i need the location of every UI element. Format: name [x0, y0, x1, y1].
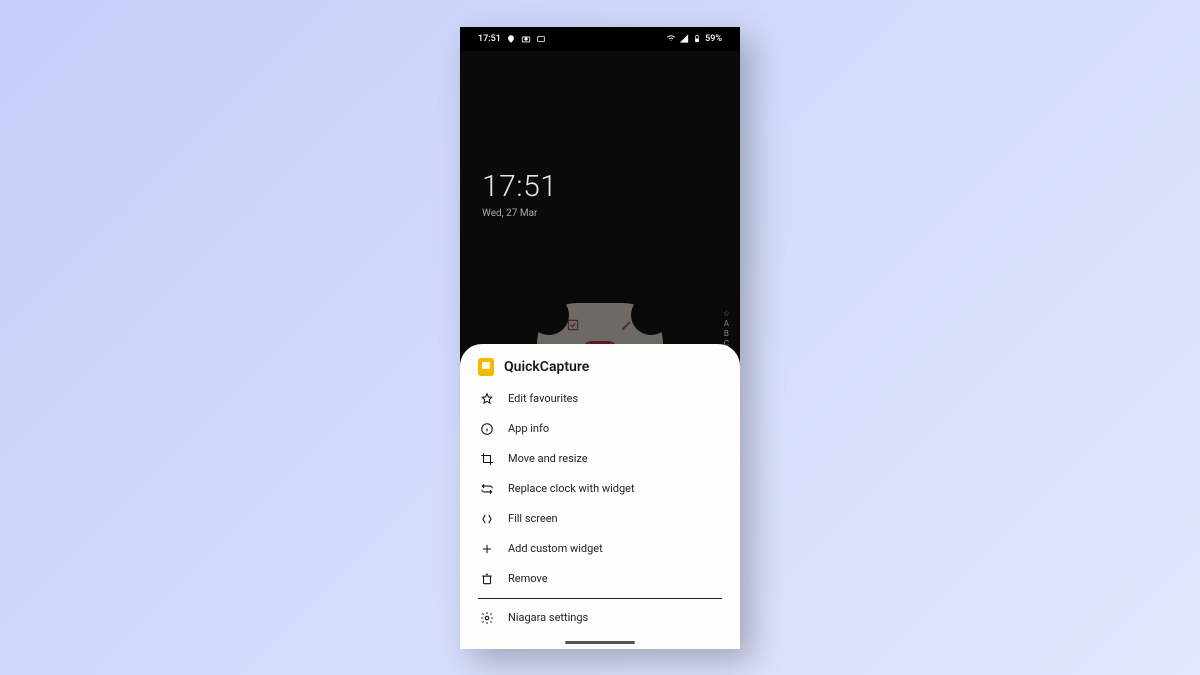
- menu-label: App info: [508, 422, 549, 435]
- sheet-title: QuickCapture: [504, 359, 589, 375]
- menu-label: Edit favourites: [508, 392, 578, 405]
- menu-label: Remove: [508, 572, 548, 585]
- menu-edit-favourites[interactable]: Edit favourites: [460, 384, 740, 414]
- plus-icon: [480, 542, 494, 556]
- trash-icon: [480, 572, 494, 586]
- swap-icon: [480, 482, 494, 496]
- barclays-icon: [506, 34, 516, 44]
- home-date: Wed, 27 Mar: [482, 208, 557, 219]
- status-left: 17:51: [478, 34, 546, 44]
- menu-replace-clock[interactable]: Replace clock with widget: [460, 474, 740, 504]
- status-battery-pct: 59%: [705, 34, 722, 44]
- menu-divider: [478, 598, 722, 599]
- menu-list: Edit favourites App info Move and resize…: [460, 382, 740, 635]
- sheet-header: QuickCapture: [460, 358, 740, 382]
- menu-fill-screen[interactable]: Fill screen: [460, 504, 740, 534]
- crop-icon: [480, 452, 494, 466]
- status-right: 59%: [666, 34, 722, 44]
- wifi-icon: [666, 34, 676, 44]
- expand-icon: [480, 512, 494, 526]
- menu-label: Fill screen: [508, 512, 558, 525]
- status-time: 17:51: [478, 34, 501, 44]
- battery-icon: [692, 34, 702, 44]
- alpha-b[interactable]: B: [724, 329, 729, 339]
- status-bar: 17:51 59%: [460, 27, 740, 51]
- gear-icon: [480, 611, 494, 625]
- menu-move-resize[interactable]: Move and resize: [460, 444, 740, 474]
- menu-remove[interactable]: Remove: [460, 564, 740, 594]
- menu-label: Niagara settings: [508, 611, 588, 624]
- menu-add-widget[interactable]: Add custom widget: [460, 534, 740, 564]
- home-indicator[interactable]: [565, 641, 635, 644]
- menu-label: Move and resize: [508, 452, 588, 465]
- clock-widget[interactable]: 17:51 Wed, 27 Mar: [482, 169, 557, 219]
- home-time: 17:51: [482, 169, 557, 204]
- camera-icon: [521, 34, 531, 44]
- signal-icon: [679, 34, 689, 44]
- pencil-icon: [620, 317, 634, 331]
- checkbox-icon: [566, 317, 580, 331]
- star-icon: [480, 392, 494, 406]
- menu-label: Add custom widget: [508, 542, 603, 555]
- quickcapture-app-icon: [478, 358, 494, 376]
- cast-icon: [536, 34, 546, 44]
- alpha-star[interactable]: ☆: [723, 309, 730, 319]
- menu-app-info[interactable]: App info: [460, 414, 740, 444]
- alpha-a[interactable]: A: [724, 319, 729, 329]
- phone-frame: 17:51 59% 17:51 W: [460, 27, 740, 649]
- menu-label: Replace clock with widget: [508, 482, 635, 495]
- info-icon: [480, 422, 494, 436]
- context-menu-sheet: QuickCapture Edit favourites App info Mo…: [460, 344, 740, 649]
- menu-niagara-settings[interactable]: Niagara settings: [460, 603, 740, 633]
